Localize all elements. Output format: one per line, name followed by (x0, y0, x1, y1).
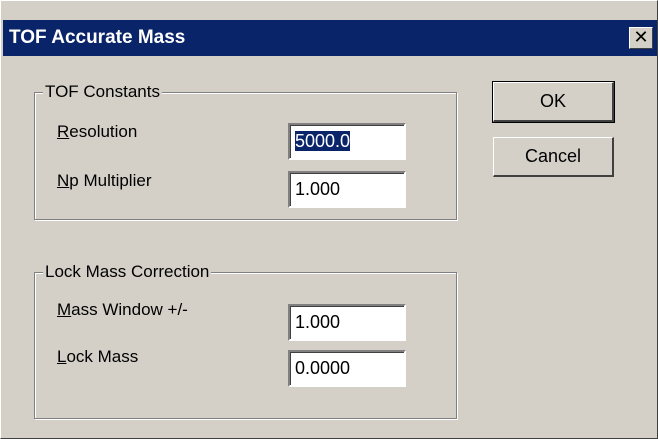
tof-constants-legend: TOF Constants (43, 81, 162, 103)
np-multiplier-label: Np Multiplier (57, 171, 151, 191)
tof-accurate-mass-dialog: TOF Accurate Mass ✕ TOF Constants Resolu… (0, 0, 658, 439)
close-button[interactable]: ✕ (629, 27, 653, 49)
lock-mass-value: 0.0000 (295, 358, 351, 378)
resolution-label-text: esolution (69, 122, 138, 141)
tof-constants-group: TOF Constants Resolution 5000.0 Np Multi… (34, 81, 457, 220)
resolution-value: 5000.0 (295, 131, 351, 151)
np-multiplier-accelerator: N (57, 171, 70, 190)
np-multiplier-label-text: p Multiplier (69, 171, 152, 190)
lock-mass-label: Lock Mass (57, 347, 138, 367)
resolution-accelerator: R (57, 122, 70, 141)
cancel-button[interactable]: Cancel (493, 137, 614, 177)
lock-mass-input[interactable]: 0.0000 (288, 350, 406, 387)
mass-window-accelerator: M (57, 300, 72, 319)
ok-button[interactable]: OK (492, 81, 615, 123)
mass-window-input[interactable]: 1.000 (288, 304, 406, 341)
np-multiplier-value: 1.000 (295, 179, 341, 199)
mass-window-label-text: ass Window +/- (71, 300, 188, 319)
close-icon: ✕ (633, 27, 649, 47)
mass-window-label: Mass Window +/- (57, 300, 188, 320)
resolution-label: Resolution (57, 122, 137, 142)
lock-mass-correction-group: Lock Mass Correction Mass Window +/- 1.0… (34, 261, 457, 419)
lock-mass-correction-legend: Lock Mass Correction (43, 261, 212, 283)
window-title: TOF Accurate Mass (9, 27, 186, 48)
resolution-input[interactable]: 5000.0 (288, 123, 406, 160)
np-multiplier-input[interactable]: 1.000 (288, 171, 406, 208)
mass-window-value: 1.000 (295, 312, 341, 332)
title-bar[interactable]: TOF Accurate Mass ✕ (3, 20, 657, 56)
lock-mass-label-text: ock Mass (66, 347, 139, 366)
